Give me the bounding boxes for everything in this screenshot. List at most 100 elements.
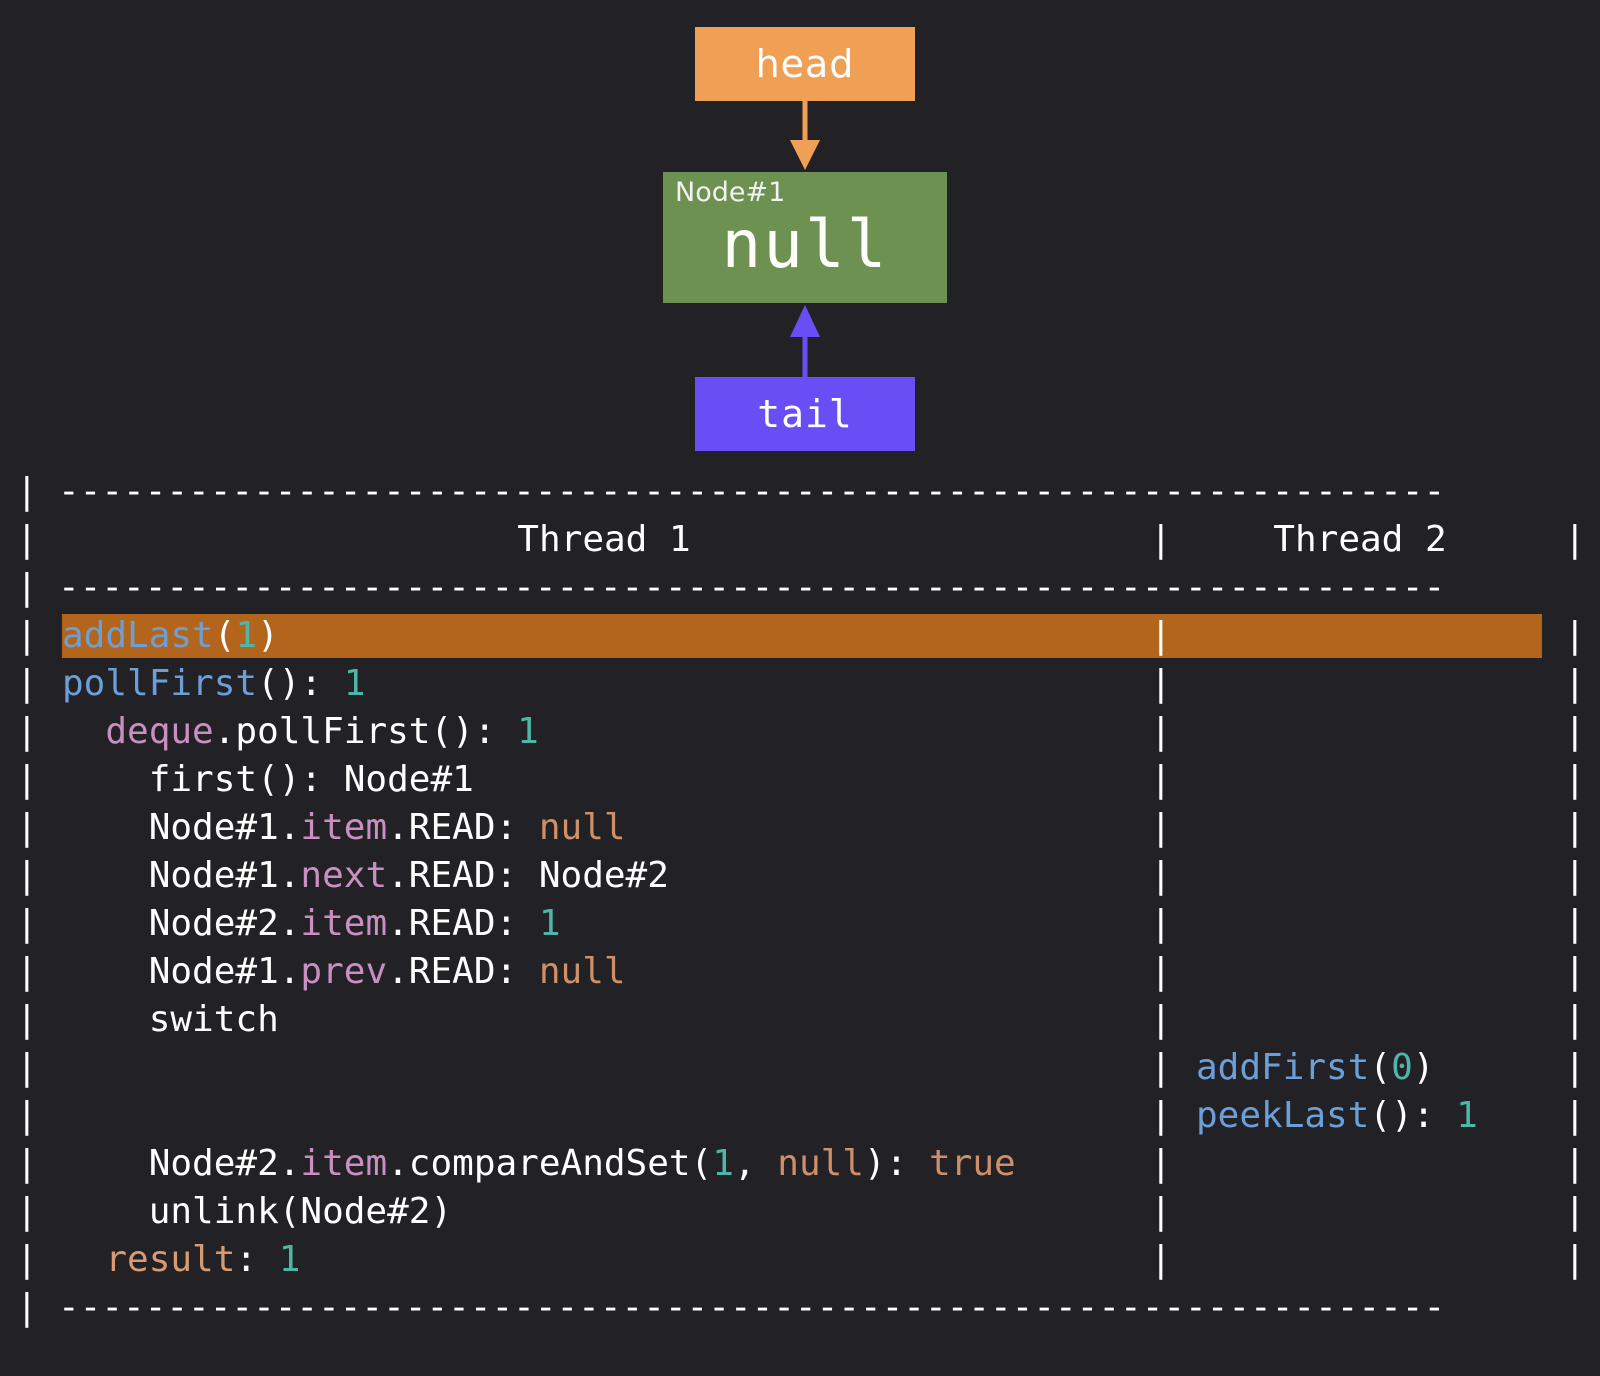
trace-token: ) [1412,1047,1435,1088]
head-to-node-arrow-icon [790,100,820,170]
trace-token: item [300,903,388,944]
thread-1-cell: pollFirst(): 1 [62,660,365,708]
table-left-border: | [16,951,38,992]
table-left-border: | [16,663,38,704]
table-column-separator: | [1150,1047,1172,1088]
tail-pointer-box: tail [695,377,915,451]
table-right-border: | [1564,1191,1586,1232]
tail-pointer-label: tail [757,392,853,436]
thread-1-cell: deque.pollFirst(): 1 [62,708,539,756]
table-right-border: | [1564,855,1586,896]
table-right-border: | [1564,663,1586,704]
trace-token: 1 [278,1239,301,1280]
table-divider-line: ----------------------------------------… [58,471,1446,512]
table-left-border: | [16,999,38,1040]
trace-token: (): [257,663,344,704]
trace-row: | addLast(1) | | [0,612,1600,660]
table-column-separator: | [1150,663,1172,704]
table-left-border: | [16,615,38,656]
trace-row: | peekLast(): 1 | | [0,1092,1600,1140]
trace-token: addLast [62,615,214,656]
trace-token: addFirst [1196,1047,1370,1088]
thread-1-column-header: Thread 1 [517,519,691,560]
table-right-border: | [1564,903,1586,944]
table-column-separator: | [1150,1239,1172,1280]
table-left-border: | [16,567,38,608]
table-column-separator: | [1150,807,1172,848]
thread-1-cell: Node#2.item.READ: 1 [62,900,561,948]
table-right-border: | [1564,1095,1586,1136]
trace-row: | unlink(Node#2) | | [0,1188,1600,1236]
trace-token: .READ: Node#2 [387,855,669,896]
trace-token: first(): Node#1 [62,759,474,800]
trace-token: null [777,1143,864,1184]
trace-row: | pollFirst(): 1 | | [0,660,1600,708]
table-right-border: | [1564,1143,1586,1184]
trace-token: : [235,1239,279,1280]
trace-token: ( [1369,1047,1392,1088]
table-left-border: | [16,1287,38,1328]
trace-token: switch [62,999,279,1040]
table-right-border: | [1564,1047,1586,1088]
trace-token: null [538,951,626,992]
trace-token: .pollFirst(): [213,711,518,752]
trace-token: .READ: [387,903,539,944]
trace-row: | ---------------------------------------… [0,1284,1600,1332]
trace-token: Node#1. [62,855,301,896]
table-left-border: | [16,1239,38,1280]
trace-token: true [929,1143,1016,1184]
trace-token: item [300,807,388,848]
table-divider-line: ----------------------------------------… [58,1287,1446,1328]
trace-row: | Thread 1 Thread 2 | | [0,516,1600,564]
trace-token: 1 [538,903,561,944]
table-left-border: | [16,807,38,848]
trace-token: .READ: [387,951,539,992]
table-right-border: | [1564,951,1586,992]
thread-1-cell: result: 1 [62,1236,300,1284]
trace-row: | result: 1 | | [0,1236,1600,1284]
thread-1-cell: Node#1.next.READ: Node#2 [62,852,669,900]
thread-1-cell: Node#1.prev.READ: null [62,948,626,996]
trace-token: 1 [343,663,366,704]
trace-token: pollFirst [62,663,258,704]
trace-token [62,1239,105,1280]
trace-token: Node#2. [62,903,301,944]
table-left-border: | [16,1095,38,1136]
trace-row: | addFirst(0) | | [0,1044,1600,1092]
trace-token: null [538,807,626,848]
table-left-border: | [16,903,38,944]
table-column-separator: | [1150,759,1172,800]
table-column-separator: | [1150,1095,1172,1136]
trace-row: | ---------------------------------------… [0,468,1600,516]
trace-row: | Node#1.prev.READ: null | | [0,948,1600,996]
table-right-border: | [1564,615,1586,656]
trace-row: | ---------------------------------------… [0,564,1600,612]
trace-token: 1 [1456,1095,1478,1136]
trace-token: prev [300,951,388,992]
trace-row: | Node#2.item.compareAndSet(1, null): tr… [0,1140,1600,1188]
trace-token: 1 [517,711,539,752]
table-right-border: | [1564,759,1586,800]
table-left-border: | [16,471,38,512]
trace-token: 1 [235,615,258,656]
thread-1-cell: switch [62,996,279,1044]
trace-token: next [300,855,388,896]
trace-row: | Node#2.item.READ: 1 | | [0,900,1600,948]
table-right-border: | [1564,999,1586,1040]
thread-1-cell: unlink(Node#2) [62,1188,452,1236]
thread-2-column-header: Thread 2 [1273,519,1447,560]
tail-to-node-arrow-icon [790,305,820,379]
trace-token: ): [863,1143,930,1184]
node-1-id-label: Node#1 [675,177,786,208]
thread-1-cell: Node#2.item.compareAndSet(1, null): true [62,1140,1016,1188]
trace-row: | deque.pollFirst(): 1 | | [0,708,1600,756]
thread-2-cell: addFirst(0) [1196,1044,1434,1092]
trace-token: .compareAndSet( [387,1143,713,1184]
table-column-separator: | [1150,855,1172,896]
trace-row: | switch | | [0,996,1600,1044]
trace-token: 0 [1391,1047,1413,1088]
table-column-separator: | [1150,951,1172,992]
thread-1-cell: first(): Node#1 [62,756,474,804]
table-left-border: | [16,519,38,560]
linked-list-diagram: head Node#1 null tail [0,0,1600,468]
